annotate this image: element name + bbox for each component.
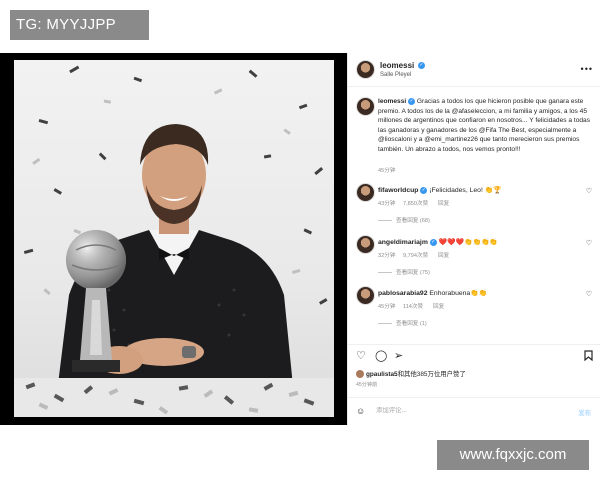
post-header: leomessi ✓ Salle Pleyel ••• bbox=[348, 53, 600, 87]
verified-badge-icon: ✓ bbox=[429, 238, 437, 246]
send-icon[interactable]: ➢ bbox=[394, 350, 403, 362]
add-comment-bar: ☺ 发布 bbox=[348, 397, 600, 425]
comment-text: angeldimariajm ✓ ❤️❤️❤️👏👏👏👏 bbox=[378, 238, 498, 246]
replies-line bbox=[378, 272, 392, 274]
tg-badge: TG: MYYJJPP bbox=[10, 10, 149, 40]
avatar[interactable] bbox=[356, 60, 375, 79]
player-with-trophy-illustration bbox=[14, 65, 334, 417]
comment-like-icon[interactable]: ♡ bbox=[586, 239, 592, 247]
header-username[interactable]: leomessi bbox=[380, 61, 414, 70]
comment-like-icon[interactable]: ♡ bbox=[586, 187, 592, 195]
view-replies-link[interactable]: 查看回复 (68) bbox=[378, 216, 430, 224]
view-replies-link[interactable]: 查看回复 (1) bbox=[378, 319, 427, 327]
post-time: 45分钟前 bbox=[356, 382, 378, 388]
photo-canvas bbox=[14, 60, 334, 417]
comment-username[interactable]: angeldimariajm bbox=[378, 239, 428, 246]
comment-icon[interactable]: ◯ bbox=[375, 350, 387, 362]
comment-reply-button[interactable]: 回复 bbox=[433, 302, 444, 310]
comment-time: 43分钟 bbox=[378, 201, 396, 207]
caption-avatar[interactable] bbox=[356, 97, 375, 116]
post-photo[interactable] bbox=[0, 53, 347, 425]
comment-time: 45分钟 bbox=[378, 304, 396, 310]
comment-time: 32分钟 bbox=[378, 253, 396, 259]
comment-text: pablosarabia92 Enhorabuena👏👏 bbox=[378, 290, 488, 297]
caption-text: Gracias a todos los que hicieron posible… bbox=[378, 98, 590, 153]
instagram-post: leomessi ✓ Salle Pleyel ••• leomessi ✓ G… bbox=[0, 53, 600, 425]
replies-line bbox=[378, 323, 392, 325]
add-comment-input[interactable] bbox=[376, 407, 556, 414]
post-actions: ♡ ◯ ➢ bbox=[348, 344, 600, 366]
comment-likes[interactable]: 7,850次赞 bbox=[403, 199, 428, 207]
liker-avatar bbox=[356, 370, 364, 379]
comment-username[interactable]: pablosarabia92 bbox=[378, 290, 428, 297]
comment-text: fifaworldcup ✓ ¡Felicidades, Leo! 👏🏆 bbox=[378, 186, 502, 194]
post-side-panel: leomessi ✓ Salle Pleyel ••• leomessi ✓ G… bbox=[347, 53, 600, 425]
comment-avatar[interactable] bbox=[356, 183, 375, 202]
header-location[interactable]: Salle Pleyel bbox=[380, 72, 411, 78]
watermark: www.fqxxjc.com bbox=[437, 440, 589, 470]
comment-reply-button[interactable]: 回复 bbox=[438, 251, 449, 259]
comment-likes[interactable]: 9,794次赞 bbox=[403, 251, 428, 259]
heart-icon[interactable]: ♡ bbox=[356, 350, 366, 362]
comment-like-icon[interactable]: ♡ bbox=[586, 290, 592, 298]
comment-likes[interactable]: 114次赞 bbox=[403, 302, 423, 310]
comment-username[interactable]: fifaworldcup bbox=[378, 187, 418, 194]
more-icon[interactable]: ••• bbox=[581, 64, 593, 74]
comment-reply-button[interactable]: 回复 bbox=[438, 199, 449, 207]
caption-username[interactable]: leomessi bbox=[378, 98, 406, 105]
comment-avatar[interactable] bbox=[356, 235, 375, 254]
replies-line bbox=[378, 220, 392, 222]
bookmark-icon[interactable] bbox=[584, 350, 593, 364]
likes-summary[interactable]: gpaulista5和其他385万位用户赞了 bbox=[356, 369, 466, 379]
caption-time: 45分钟 bbox=[378, 168, 396, 174]
view-replies-link[interactable]: 查看回复 (75) bbox=[378, 268, 430, 276]
emoji-icon[interactable]: ☺ bbox=[356, 406, 365, 416]
publish-button[interactable]: 发布 bbox=[578, 408, 591, 417]
verified-badge-icon: ✓ bbox=[418, 62, 425, 69]
verified-badge-icon: ✓ bbox=[408, 97, 416, 105]
comment-avatar[interactable] bbox=[356, 286, 375, 305]
verified-badge-icon: ✓ bbox=[420, 186, 428, 194]
post-caption: leomessi ✓ Gracias a todos los que hicie… bbox=[378, 97, 593, 155]
